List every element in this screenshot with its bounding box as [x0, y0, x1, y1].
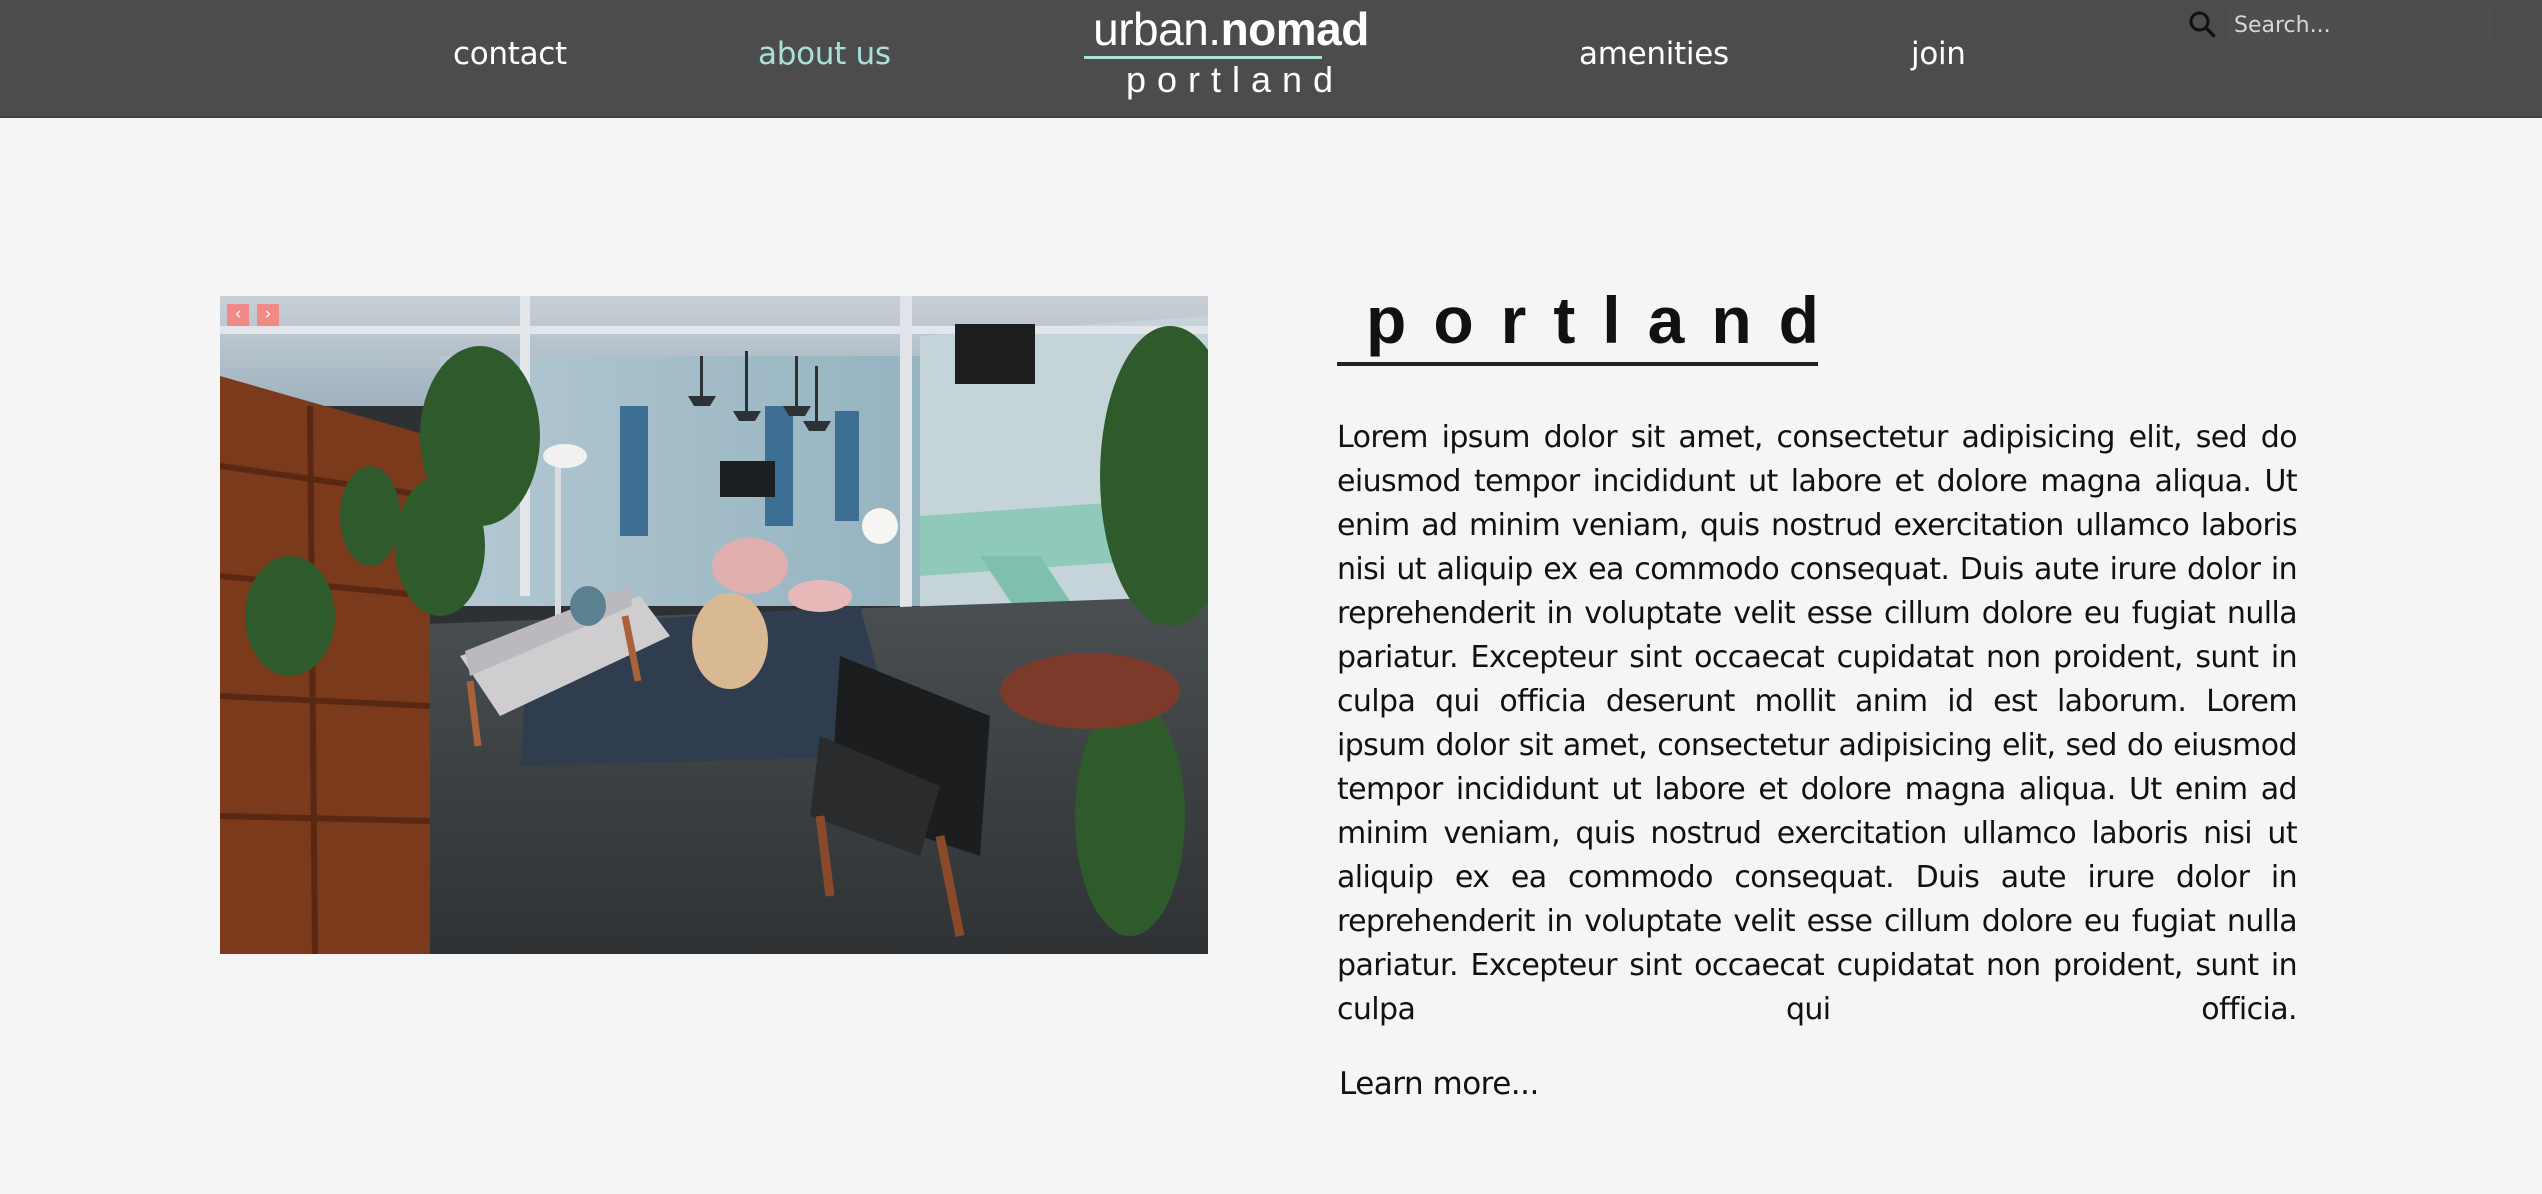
learn-more-link[interactable]: Learn more...: [1339, 1066, 1539, 1102]
search-icon[interactable]: [2188, 10, 2216, 38]
logo-prefix: urban.: [1093, 3, 1221, 55]
section-title: portland: [1366, 283, 1846, 357]
site-logo[interactable]: urban.nomad portland: [1076, 0, 1386, 108]
photo-slideshow[interactable]: ‹ ›: [220, 296, 1208, 954]
site-header: contact about us urban.nomad portland am…: [0, 0, 2542, 118]
nav-amenities[interactable]: amenities: [1579, 36, 1729, 72]
slide-photo: [220, 296, 1208, 954]
logo-city: portland: [1125, 59, 1345, 100]
slideshow-next-button[interactable]: ›: [257, 304, 279, 326]
title-underline: [1337, 362, 1818, 366]
search-box[interactable]: [2182, 6, 2492, 42]
slideshow-prev-button[interactable]: ‹: [227, 304, 249, 326]
logo-name: nomad: [1220, 3, 1370, 55]
search-input[interactable]: [2228, 8, 2492, 42]
section-body: Lorem ipsum dolor sit amet, consectetur …: [1337, 420, 2298, 1027]
logo-wordmark: urban.nomad: [1076, 2, 1386, 56]
nav-about-us[interactable]: about us: [758, 36, 891, 72]
nav-join[interactable]: join: [1911, 36, 1966, 72]
nav-contact[interactable]: contact: [453, 36, 567, 72]
